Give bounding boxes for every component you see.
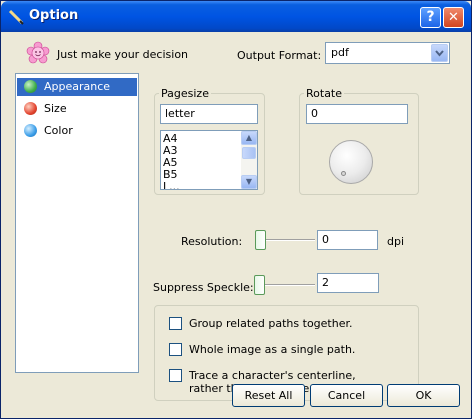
close-icon: ✕ xyxy=(448,10,459,25)
whole-image-checkbox[interactable] xyxy=(169,343,182,356)
rotate-legend: Rotate xyxy=(306,87,343,100)
output-format-label: Output Format: xyxy=(237,49,322,62)
red-dot-icon xyxy=(24,102,37,115)
speckle-slider-track[interactable] xyxy=(257,284,315,286)
pagesize-option[interactable]: L... xyxy=(163,181,180,190)
nav-item-size[interactable]: Size xyxy=(17,100,137,118)
speckle-input[interactable]: 2 xyxy=(317,273,379,293)
pagesize-group: Pagesize letter A4 A3 A5 B5 L... ▲ ▼ xyxy=(154,87,265,195)
speckle-value: 2 xyxy=(322,276,329,289)
pagesize-legend: Pagesize xyxy=(161,87,209,100)
whole-image-label: Whole image as a single path. xyxy=(189,343,356,356)
resolution-slider-thumb[interactable] xyxy=(255,230,266,250)
speckle-slider-thumb[interactable] xyxy=(254,275,265,295)
nav-item-color[interactable]: Color xyxy=(17,122,137,140)
chevron-down-icon xyxy=(435,50,444,57)
cancel-button[interactable]: Cancel xyxy=(310,384,383,407)
group-paths-label: Group related paths together. xyxy=(189,317,353,330)
nav-label-size: Size xyxy=(44,102,67,115)
scroll-down-icon[interactable]: ▼ xyxy=(241,175,257,189)
rotate-value: 0 xyxy=(311,107,318,120)
pagesize-list[interactable]: A4 A3 A5 B5 L... ▲ ▼ xyxy=(160,130,258,190)
decision-text: Just make your decision xyxy=(57,48,189,61)
option-dialog: Option ? ✕ Just make your decision Outpu… xyxy=(0,0,472,419)
pagesize-input[interactable]: letter xyxy=(160,104,258,124)
blue-dot-icon xyxy=(24,124,37,137)
suppress-speckle-label: Suppress Speckle: xyxy=(153,281,254,294)
pen-icon xyxy=(8,9,24,25)
resolution-input[interactable]: 0 xyxy=(317,230,378,250)
rotate-group: Rotate 0 xyxy=(299,87,419,195)
category-list: Appearance Size Color xyxy=(15,73,139,373)
help-button[interactable]: ? xyxy=(420,7,441,28)
window-title: Option xyxy=(29,8,79,23)
ok-button[interactable]: OK xyxy=(387,384,460,407)
knob-indicator xyxy=(341,171,346,176)
pagesize-value: letter xyxy=(165,107,195,120)
resolution-slider-track[interactable] xyxy=(259,239,315,241)
rotate-knob[interactable] xyxy=(329,140,373,184)
pink-smiley-icon xyxy=(26,41,50,64)
scroll-up-icon[interactable]: ▲ xyxy=(241,131,257,145)
output-format-select[interactable]: pdf xyxy=(325,42,450,64)
nav-label-appearance: Appearance xyxy=(44,80,111,93)
output-format-dropdown-button[interactable] xyxy=(431,44,448,62)
close-button[interactable]: ✕ xyxy=(443,7,464,28)
title-bar[interactable]: Option ? ✕ xyxy=(1,1,471,32)
group-paths-checkbox[interactable] xyxy=(169,317,182,330)
scroll-thumb[interactable] xyxy=(242,147,256,159)
resolution-label: Resolution: xyxy=(181,235,243,248)
nav-item-appearance[interactable]: Appearance xyxy=(17,78,137,96)
trace-centerline-label-line1: Trace a character's centerline, xyxy=(189,369,356,382)
help-icon: ? xyxy=(426,9,435,25)
nav-label-color: Color xyxy=(44,124,73,137)
pagesize-scrollbar[interactable]: ▲ ▼ xyxy=(241,131,257,189)
rotate-input[interactable]: 0 xyxy=(306,104,408,124)
output-format-value: pdf xyxy=(331,46,349,59)
reset-all-button[interactable]: Reset All xyxy=(232,384,305,407)
resolution-unit: dpi xyxy=(387,235,405,248)
dialog-body: Just make your decision Output Format: p… xyxy=(4,32,468,416)
trace-centerline-checkbox[interactable] xyxy=(169,369,182,382)
resolution-value: 0 xyxy=(322,233,329,246)
appearance-panel: Pagesize letter A4 A3 A5 B5 L... ▲ ▼ Rot… xyxy=(147,73,423,401)
green-dot-icon xyxy=(24,80,37,93)
